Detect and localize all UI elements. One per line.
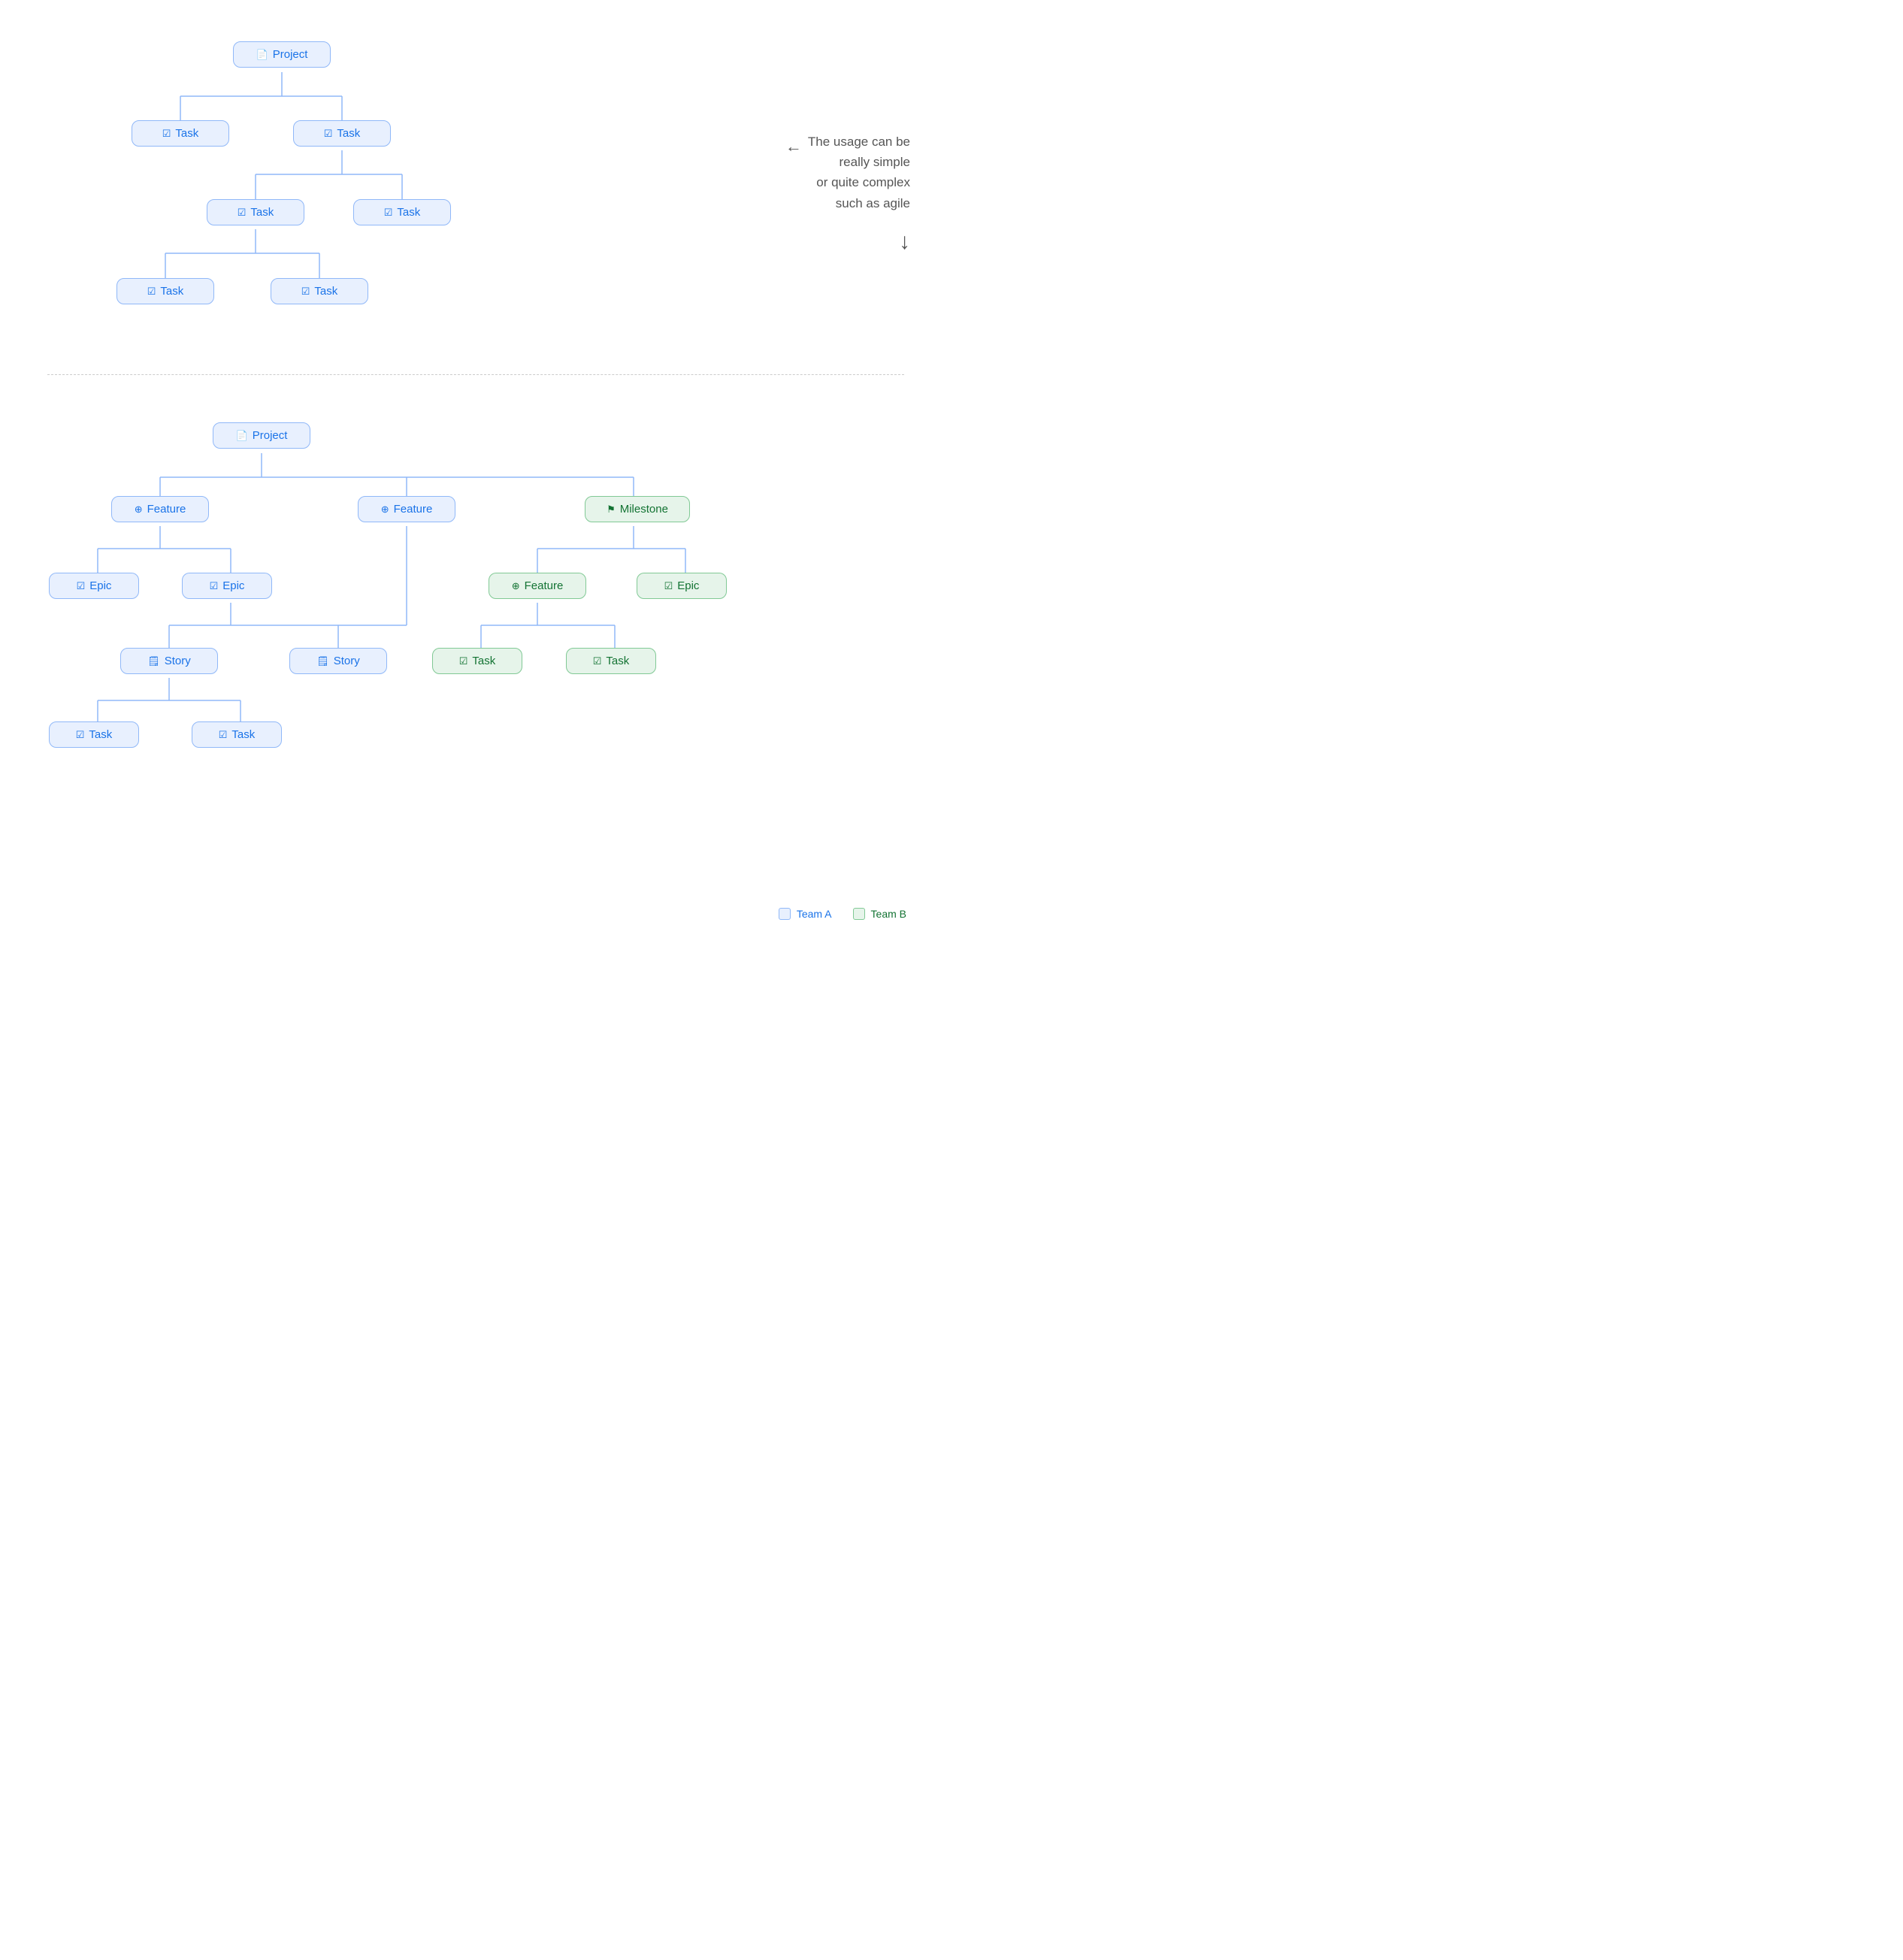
d2-epic2-node: ☑ Epic (182, 573, 272, 599)
d1-task6-icon: ☑ (301, 286, 310, 298)
d1-task6-node: ☑ Task (271, 278, 368, 304)
d1-task4-icon: ☑ (384, 207, 393, 219)
d2-epic3-label: Epic (677, 579, 699, 592)
d1-task1-node: ☑ Task (132, 120, 229, 147)
d2-epic1-label: Epic (89, 579, 111, 592)
legend-swatch-green (853, 908, 865, 920)
d1-task2-icon: ☑ (324, 128, 333, 140)
d2-feat3-node: ⊕ Feature (489, 573, 586, 599)
d1-task1-label: Task (175, 127, 198, 140)
d1-project-icon: 📄 (256, 49, 268, 61)
d2-story1-label: Story (165, 655, 191, 667)
annotation-line1: The usage can be (808, 132, 910, 152)
d2-task1-node: ☑ Task (49, 721, 139, 748)
d2-epic2-label: Epic (222, 579, 244, 592)
d2-epic1-node: ☑ Epic (49, 573, 139, 599)
d2-feat2-node: ⊕ Feature (358, 496, 455, 522)
d2-story2-node: 🗒 Story (289, 648, 387, 674)
d1-task1-icon: ☑ (162, 128, 171, 140)
d1-task5-node: ☑ Task (116, 278, 214, 304)
d2-feat1-label: Feature (147, 503, 186, 516)
d1-task5-icon: ☑ (147, 286, 156, 298)
annotation-arrow: ← (785, 133, 802, 159)
d2-task2-node: ☑ Task (192, 721, 282, 748)
d2-feat3-label: Feature (525, 579, 564, 592)
d2-task1-label: Task (89, 728, 112, 741)
d2-project-node: 📄 Project (213, 422, 310, 449)
legend-team-a: Team A (779, 908, 832, 920)
d2-task-g2-node: ☑ Task (566, 648, 656, 674)
annotation-arrow-down: ↓ (785, 224, 910, 260)
d2-task-g1-node: ☑ Task (432, 648, 522, 674)
d1-task4-node: ☑ Task (353, 199, 451, 225)
d1-task5-label: Task (160, 285, 183, 298)
d2-feat1-node: ⊕ Feature (111, 496, 209, 522)
d2-task-g2-label: Task (606, 655, 629, 667)
annotation-line2: really simple (808, 152, 910, 172)
d1-project-node: 📄 Project (233, 41, 331, 68)
d1-task3-node: ☑ Task (207, 199, 304, 225)
d1-task6-label: Task (314, 285, 337, 298)
d2-project-label: Project (253, 429, 288, 442)
d2-story1-node: 🗒 Story (120, 648, 218, 674)
annotation-line3: or quite complex (808, 172, 910, 192)
d1-task4-label: Task (397, 206, 420, 219)
legend: Team A Team B (779, 908, 906, 920)
d2-task2-label: Task (231, 728, 255, 741)
d1-task3-icon: ☑ (237, 207, 247, 219)
d1-task3-label: Task (250, 206, 274, 219)
d2-story2-label: Story (334, 655, 360, 667)
d1-task2-label: Task (337, 127, 360, 140)
legend-swatch-blue (779, 908, 791, 920)
d2-feat2-label: Feature (394, 503, 433, 516)
annotation-block: ← The usage can be really simple or quit… (785, 132, 910, 260)
section-divider (47, 374, 903, 375)
legend-team-b: Team B (853, 908, 906, 920)
annotation-line4: such as agile (808, 193, 910, 213)
d2-milestone-node: ⚑ Milestone (585, 496, 690, 522)
legend-team-a-label: Team A (797, 908, 832, 920)
d1-task2-node: ☑ Task (293, 120, 391, 147)
d2-task-g1-label: Task (472, 655, 495, 667)
d2-milestone-label: Milestone (620, 503, 668, 516)
d1-project-label: Project (273, 48, 308, 61)
legend-team-b-label: Team B (871, 908, 906, 920)
d2-epic3-node: ☑ Epic (637, 573, 727, 599)
